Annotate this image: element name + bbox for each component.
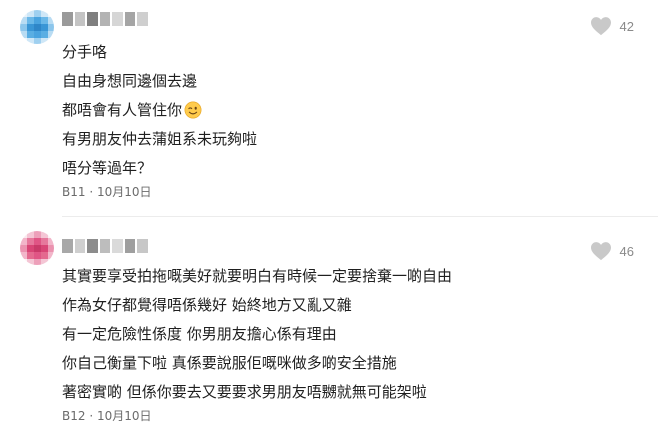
comment-line: 有男朋友仲去蒲姐系未玩夠啦 <box>62 130 258 148</box>
heart-icon <box>590 17 611 36</box>
like-button[interactable]: 46 <box>590 241 634 261</box>
comment-meta: B12 · 10月10日 <box>62 407 152 424</box>
comment-line: 作為女仔都覺得唔係幾好 始終地方又亂又雜 <box>62 296 352 314</box>
username-redacted[interactable] <box>62 239 149 253</box>
meta-separator: · <box>89 185 94 199</box>
floor-number: B12 <box>62 409 86 423</box>
avatar[interactable] <box>20 10 54 44</box>
comment-body: 其實要享受拍拖嘅美好就要明白有時候一定要捨棄一啲自由 作為女仔都覺得唔係幾好 始… <box>62 262 452 407</box>
comment-line: 自由身想同邊個去邊 <box>62 72 198 90</box>
like-count: 42 <box>619 18 634 34</box>
comment-body: 分手咯 自由身想同邊個去邊 都唔會有人管住你 有男朋友仲去蒲姐系未玩夠啦 唔分等… <box>62 38 257 183</box>
comment-date: 10月10日 <box>97 185 152 199</box>
comment-line: 著密實啲 但係你要去又要要求男朋友唔嬲就無可能架啦 <box>62 383 427 401</box>
comment-b12: 46 其實要享受拍拖嘅美好就要明白有時候一定要捨棄一啲自由 作為女仔都覺得唔係幾… <box>0 217 658 434</box>
comment-thread: 42 分手咯 自由身想同邊個去邊 都唔會有人管住你 有男朋友仲去蒲姐系未玩夠啦 … <box>0 0 658 434</box>
avatar[interactable] <box>20 231 54 265</box>
floor-number: B11 <box>62 185 86 199</box>
like-count: 46 <box>619 243 634 259</box>
comment-meta: B11 · 10月10日 <box>62 183 152 200</box>
like-button[interactable]: 42 <box>590 16 634 36</box>
comment-line: 唔分等過年？ <box>62 159 153 177</box>
meta-separator: · <box>89 409 94 423</box>
comment-line: 你自己衡量下啦 真係要說服佢嘅咪做多啲安全措施 <box>62 354 397 372</box>
comment-b11: 42 分手咯 自由身想同邊個去邊 都唔會有人管住你 有男朋友仲去蒲姐系未玩夠啦 … <box>0 0 658 217</box>
comment-line-text: 都唔會有人管住你 <box>62 101 183 119</box>
winking-face-emoji-icon <box>184 101 202 118</box>
comment-line-with-emoji: 都唔會有人管住你 <box>62 96 257 125</box>
username-redacted[interactable] <box>62 12 149 26</box>
comment-date: 10月10日 <box>97 409 152 423</box>
comment-line: 有一定危險性係度 你男朋友擔心係有理由 <box>62 325 337 343</box>
heart-icon <box>590 242 611 261</box>
comment-line: 其實要享受拍拖嘅美好就要明白有時候一定要捨棄一啲自由 <box>62 267 453 285</box>
comment-line: 分手咯 <box>62 43 108 61</box>
